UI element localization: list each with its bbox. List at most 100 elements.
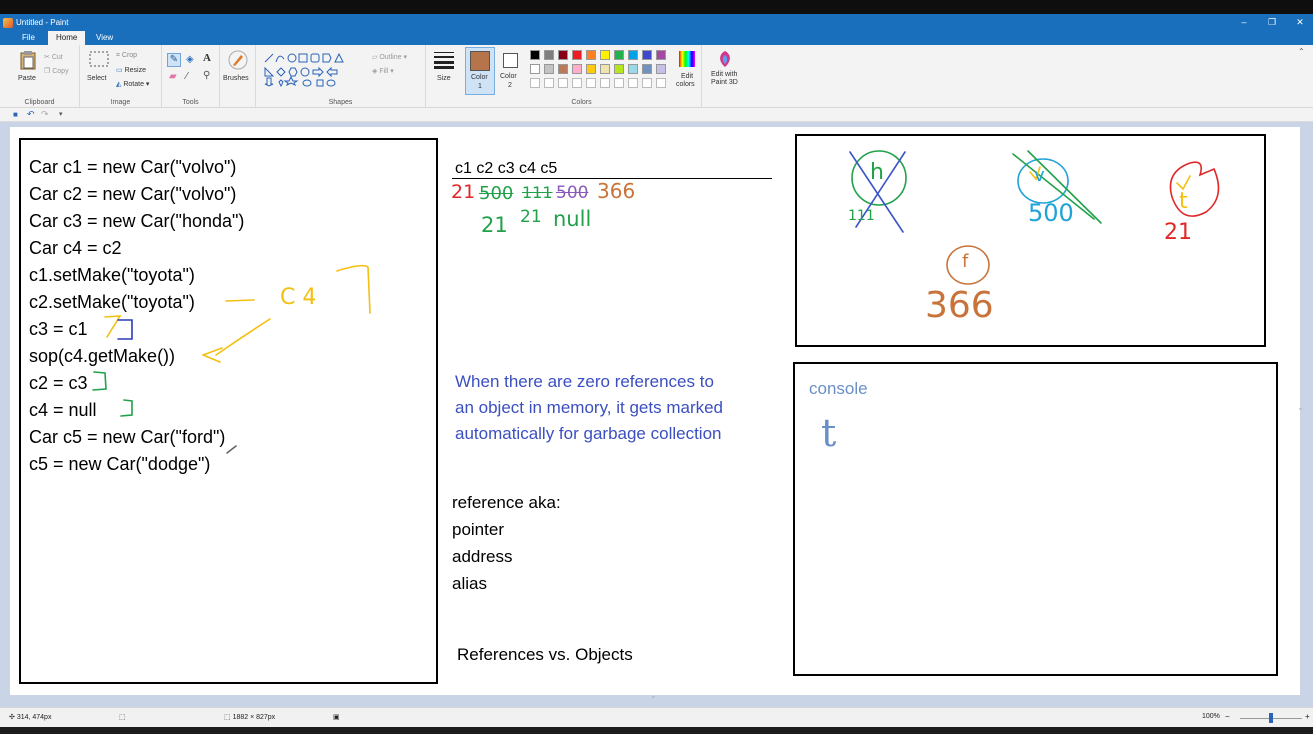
- view-tab[interactable]: View: [88, 31, 121, 45]
- palette-swatch[interactable]: [614, 50, 624, 60]
- window-title: Untitled - Paint: [16, 18, 69, 27]
- taskbar: [0, 727, 1313, 734]
- palette-swatch[interactable]: [600, 64, 610, 74]
- rotate-label: Rotate: [123, 81, 144, 88]
- undo-icon[interactable]: ↶: [27, 109, 35, 120]
- color2-button[interactable]: Color 2: [498, 47, 524, 95]
- maximize-button[interactable]: ❐: [1258, 14, 1286, 31]
- value-111-struck: 111: [522, 183, 553, 202]
- edit-colors-label-b: colors: [676, 81, 695, 88]
- image-group-label: Image: [110, 99, 131, 106]
- palette-swatch[interactable]: [572, 64, 582, 74]
- tools-group: ✎ ◈ A ▰ ⁄ ⚲ Tools: [162, 45, 220, 108]
- text-icon[interactable]: A: [203, 52, 211, 64]
- colors-group-label: Colors: [571, 99, 592, 106]
- palette-swatch[interactable]: [544, 64, 554, 74]
- redo-icon[interactable]: ↷: [41, 109, 49, 120]
- image-group: Select ⌗ Crop ▭ Resize ◭ Rotate ▾ Image: [80, 45, 162, 108]
- select-button[interactable]: Select: [87, 75, 106, 82]
- palette-swatch[interactable]: [558, 64, 568, 74]
- crop-button[interactable]: ⌗ Crop: [116, 52, 137, 60]
- color2-swatch: [503, 53, 518, 68]
- resize-button[interactable]: ▭ Resize: [116, 66, 146, 74]
- cut-button[interactable]: ✂ Cut: [44, 53, 63, 61]
- palette-swatch[interactable]: [614, 64, 624, 74]
- custom-color-slot[interactable]: [586, 78, 596, 88]
- colors-group: Color 1 Color 2 Edit colors Colors: [462, 45, 702, 108]
- canvas-resize-handle[interactable]: ▫: [652, 694, 654, 701]
- palette-swatch[interactable]: [530, 64, 540, 74]
- home-tab[interactable]: Home: [48, 31, 86, 45]
- palette-swatch[interactable]: [642, 64, 652, 74]
- pencil-icon[interactable]: ✎: [167, 53, 181, 67]
- edit-colors-button[interactable]: Edit colors: [676, 47, 698, 95]
- outline-button[interactable]: ▱ Outline ▾: [372, 53, 407, 61]
- palette-swatch[interactable]: [642, 50, 652, 60]
- cursor-position: ✣ 314, 474px: [9, 714, 52, 721]
- status-bar: ✣ 314, 474px ⬚ ⬚ 1882 × 827px ▣ 100% − +: [0, 707, 1313, 727]
- zoom-out-button[interactable]: −: [1225, 712, 1230, 721]
- magnifier-icon[interactable]: ⚲: [203, 70, 210, 81]
- palette-swatch[interactable]: [586, 50, 596, 60]
- fill-button[interactable]: ◈ Fill ▾: [372, 67, 394, 75]
- custom-color-slot[interactable]: [642, 78, 652, 88]
- size-group[interactable]: Size: [426, 45, 462, 108]
- eraser-icon[interactable]: ▰: [169, 71, 177, 82]
- custom-color-slot[interactable]: [656, 78, 666, 88]
- palette-swatch[interactable]: [628, 50, 638, 60]
- shapes-gallery[interactable]: [263, 52, 367, 88]
- palette-swatch[interactable]: [586, 64, 596, 74]
- cursor-position-value: 314, 474px: [16, 714, 52, 721]
- save-icon[interactable]: ■: [13, 110, 18, 119]
- paint3d-button[interactable]: Edit with Paint 3D: [702, 45, 746, 108]
- file-menu[interactable]: File: [14, 31, 43, 45]
- color1-label-a: Color: [471, 74, 488, 81]
- close-button[interactable]: ✕: [1286, 14, 1313, 31]
- orange-annotations: [104, 264, 371, 363]
- palette-swatch[interactable]: [600, 50, 610, 60]
- select-icon[interactable]: [89, 51, 109, 67]
- custom-color-slot[interactable]: [572, 78, 582, 88]
- console-output: t: [821, 411, 837, 455]
- fill-icon[interactable]: ◈: [186, 54, 194, 65]
- image-size: ⬚ 1882 × 827px: [224, 714, 276, 721]
- object-f-label: f: [962, 251, 969, 272]
- rotate-button[interactable]: ◭ Rotate ▾: [116, 80, 149, 88]
- custom-color-slot[interactable]: [530, 78, 540, 88]
- custom-color-slot[interactable]: [558, 78, 568, 88]
- paste-icon[interactable]: [19, 50, 37, 70]
- green-bracket: [92, 371, 107, 391]
- customize-toolbar-icon[interactable]: ▾: [59, 110, 63, 118]
- palette-swatch[interactable]: [628, 64, 638, 74]
- custom-color-slot[interactable]: [614, 78, 624, 88]
- custom-color-slot[interactable]: [544, 78, 554, 88]
- brushes-group[interactable]: Brushes: [220, 45, 256, 108]
- color1-label-b: 1: [478, 83, 482, 90]
- palette-swatch[interactable]: [530, 50, 540, 60]
- drawing-canvas[interactable]: Car c1 = new Car("volvo") Car c2 = new Ca…: [10, 127, 1300, 695]
- object-t-label: t: [1179, 189, 1188, 214]
- custom-color-slot[interactable]: [628, 78, 638, 88]
- dash-stroke: [225, 299, 255, 302]
- collapse-ribbon-icon[interactable]: ⌃: [1298, 47, 1305, 56]
- custom-color-slot[interactable]: [600, 78, 610, 88]
- paste-button[interactable]: Paste: [18, 75, 36, 82]
- canvas-resize-handle-right[interactable]: ▫: [1299, 406, 1301, 413]
- brushes-label: Brushes: [223, 75, 249, 82]
- minimize-button[interactable]: –: [1230, 14, 1258, 31]
- shapes-group: ▱ Outline ▾ ◈ Fill ▾ Shapes: [256, 45, 426, 108]
- palette-swatch[interactable]: [656, 64, 666, 74]
- top-strip: [0, 0, 1313, 14]
- zoom-in-button[interactable]: +: [1305, 712, 1310, 721]
- palette-swatch[interactable]: [544, 50, 554, 60]
- palette-swatch[interactable]: [572, 50, 582, 60]
- fill-label: Fill: [379, 68, 389, 75]
- color-wheel-icon: [679, 51, 695, 67]
- color-picker-icon[interactable]: ⁄: [186, 71, 188, 82]
- palette-swatch[interactable]: [656, 50, 666, 60]
- zoom-slider-thumb[interactable]: [1269, 713, 1273, 723]
- palette-swatch[interactable]: [558, 50, 568, 60]
- object-t-circle: [1169, 161, 1220, 217]
- copy-button[interactable]: ❐ Copy: [44, 67, 69, 75]
- color1-button[interactable]: Color 1: [465, 47, 495, 95]
